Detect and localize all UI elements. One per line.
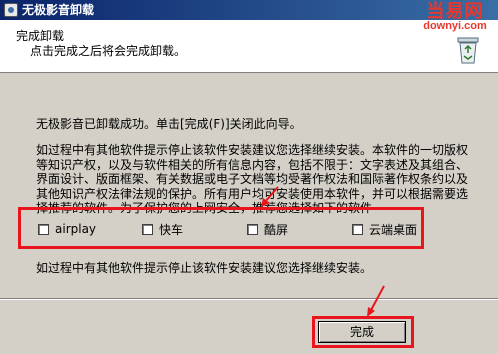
bottom-notice: 如过程中有其他软件提示停止该软件安装建议您选择继续安装。 <box>36 261 373 275</box>
checkbox[interactable] <box>38 223 49 235</box>
recycle-bin-icon <box>457 37 479 64</box>
watermark-domain: downyi.com <box>423 20 487 32</box>
window-title: 无极影音卸载 <box>22 3 95 17</box>
finish-button[interactable]: 完成 <box>318 321 406 343</box>
notice-line: 等知识产权，以及与软件相关的所有信息内容，包括不限于：文字表述及其组合、 <box>36 157 469 172</box>
option-cloud-desktop[interactable]: 云端桌面 <box>352 221 417 237</box>
notice-line: 其他知识产权法律法规的保护。所有用户均可安装使用本软件，并可以根据需要选 <box>36 186 469 201</box>
option-label: 酷屏 <box>264 222 289 237</box>
option-kuping[interactable]: 酷屏 <box>247 221 288 237</box>
checkbox[interactable] <box>247 223 258 235</box>
success-message: 无极影音已卸载成功。单击[完成(F)]关闭此向导。 <box>36 117 302 131</box>
checkbox[interactable] <box>142 223 153 235</box>
site-watermark-logo: 当易网 downyi.com <box>416 2 494 32</box>
header-subtitle: 点击完成之后将会完成卸载。 <box>30 44 187 58</box>
notice-line: 如过程中有其他软件提示停止该软件安装建议您选择继续安装。本软件的一切版权 <box>36 143 469 157</box>
app-icon <box>4 3 18 17</box>
divider <box>0 298 498 300</box>
annotation-arrow-icon <box>367 285 385 317</box>
option-kuaiche[interactable]: 快车 <box>142 221 183 237</box>
option-label: 云端桌面 <box>369 222 418 237</box>
annotation-arrow-icon <box>261 186 279 207</box>
watermark-title: 当易网 <box>426 1 484 21</box>
checkbox[interactable] <box>352 223 363 235</box>
option-airplay[interactable]: airplay <box>38 221 96 237</box>
option-label: airplay <box>55 222 97 236</box>
notice-line: 界面设计、版面框架、有关数据或电子文档等均受著作权法和国际著作权条约以及 <box>36 172 469 186</box>
notice-paragraph: 如过程中有其他软件提示停止该软件安装建议您选择继续安装。本软件的一切版权 等知识… <box>36 143 468 216</box>
option-label: 快车 <box>159 222 184 237</box>
